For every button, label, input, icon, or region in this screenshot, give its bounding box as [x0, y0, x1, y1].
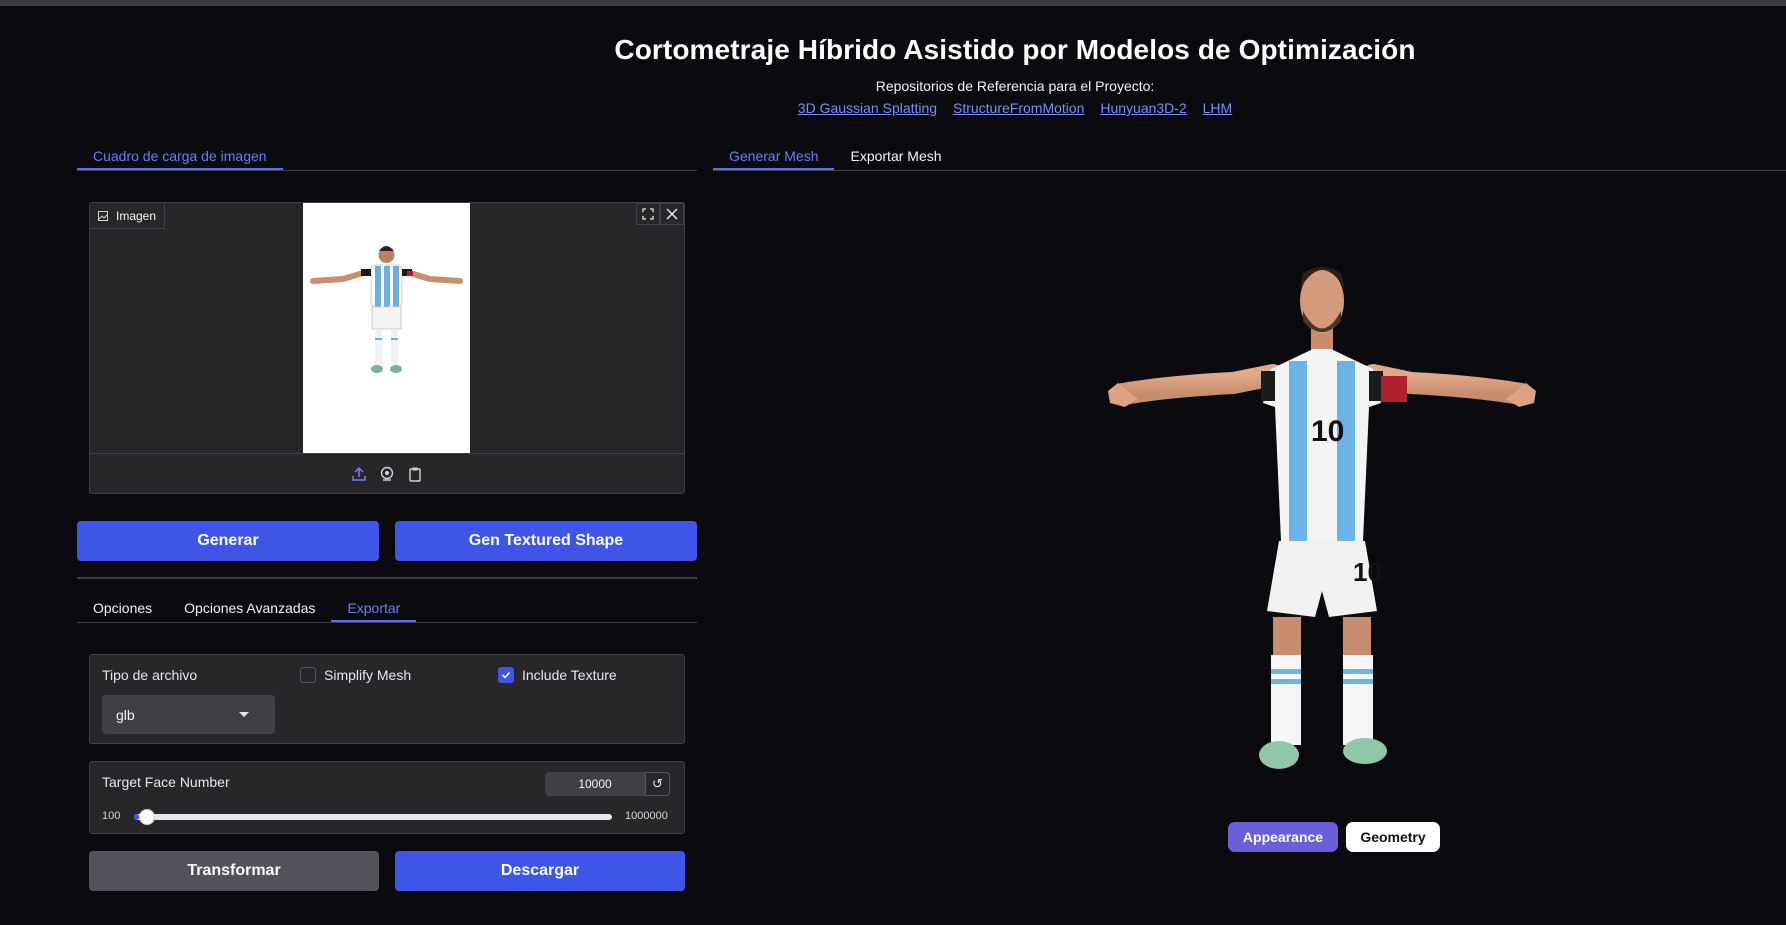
fullscreen-icon[interactable]: [636, 203, 660, 225]
file-type-select[interactable]: glb: [102, 695, 275, 734]
link-lhm[interactable]: LHM: [1203, 100, 1233, 116]
page-title: Cortometraje Híbrido Asistido por Modelo…: [614, 34, 1416, 65]
svg-text:10: 10: [1353, 557, 1382, 587]
target-face-slider[interactable]: [134, 809, 612, 825]
tab-export-mesh[interactable]: Exportar Mesh: [834, 144, 957, 170]
file-type-label: Tipo de archivo: [102, 667, 198, 683]
right-tab-bar: Generar Mesh Exportar Mesh: [713, 144, 1786, 171]
download-button[interactable]: Descargar: [395, 851, 685, 891]
player-thumbnail-icon: [303, 203, 470, 453]
mesh-viewer[interactable]: 10 10 Appearance Geometry: [713, 171, 1786, 852]
image-upload-box[interactable]: Imagen: [89, 202, 685, 494]
slider-thumb[interactable]: [139, 809, 155, 825]
tab-advanced-options[interactable]: Opciones Avanzadas: [168, 596, 331, 622]
player-model-icon: 10 10: [1108, 267, 1536, 769]
image-top-controls: [636, 203, 684, 225]
options-tab-bar: Opciones Opciones Avanzadas Exportar: [77, 596, 697, 623]
export-options-panel: Tipo de archivo glb Simplify Mesh Includ…: [89, 654, 685, 744]
page-header: Cortometraje Híbrido Asistido por Modelo…: [0, 34, 1786, 116]
tab-image-upload[interactable]: Cuadro de carga de imagen: [77, 144, 283, 170]
tab-options[interactable]: Opciones: [77, 596, 168, 622]
reset-icon[interactable]: ↺: [645, 772, 670, 796]
reference-links: 3D Gaussian Splatting StructureFromMotio…: [244, 100, 1786, 116]
upload-icon[interactable]: [350, 465, 368, 483]
chevron-down-icon: [239, 712, 249, 717]
upload-source-toolbar: [90, 453, 684, 494]
tab-export[interactable]: Exportar: [331, 596, 417, 622]
file-type-value: glb: [116, 706, 135, 723]
clipboard-icon[interactable]: [406, 465, 424, 483]
include-texture-option[interactable]: Include Texture: [498, 667, 617, 683]
appearance-button[interactable]: Appearance: [1228, 822, 1338, 852]
generate-button[interactable]: Generar: [77, 521, 379, 561]
include-texture-checkbox[interactable]: [498, 667, 514, 683]
image-label-badge: Imagen: [90, 203, 166, 229]
left-tab-bar: Cuadro de carga de imagen: [77, 144, 697, 171]
svg-text:10: 10: [1311, 415, 1344, 448]
page-subtitle: Repositorios de Referencia para el Proye…: [875, 78, 1155, 94]
link-gaussian-splatting[interactable]: 3D Gaussian Splatting: [798, 100, 937, 116]
link-structure-from-motion[interactable]: StructureFromMotion: [953, 100, 1084, 116]
close-icon[interactable]: [660, 203, 684, 225]
gen-textured-shape-button[interactable]: Gen Textured Shape: [395, 521, 697, 561]
target-face-panel: Target Face Number 10000 ↺ 100 1000000: [89, 761, 685, 834]
uploaded-image: [303, 203, 470, 453]
image-icon: [98, 210, 108, 221]
tab-generate-mesh[interactable]: Generar Mesh: [713, 144, 835, 170]
transform-button[interactable]: Transformar: [89, 851, 379, 891]
link-hunyuan3d[interactable]: Hunyuan3D-2: [1100, 100, 1186, 116]
target-face-input[interactable]: 10000: [545, 772, 645, 796]
include-texture-label: Include Texture: [522, 667, 617, 683]
geometry-button[interactable]: Geometry: [1346, 822, 1440, 852]
target-face-label: Target Face Number: [102, 774, 230, 790]
slider-min-label: 100: [102, 810, 121, 822]
simplify-mesh-checkbox[interactable]: [300, 667, 316, 683]
webcam-icon[interactable]: [378, 465, 396, 483]
simplify-mesh-option[interactable]: Simplify Mesh: [300, 667, 411, 683]
image-label-text: Imagen: [116, 208, 157, 223]
window-top-bar: [0, 0, 1786, 6]
slider-max-label: 1000000: [625, 810, 668, 822]
checkmark-icon: [501, 671, 511, 679]
section-divider: [77, 577, 697, 579]
simplify-mesh-label: Simplify Mesh: [324, 667, 412, 683]
